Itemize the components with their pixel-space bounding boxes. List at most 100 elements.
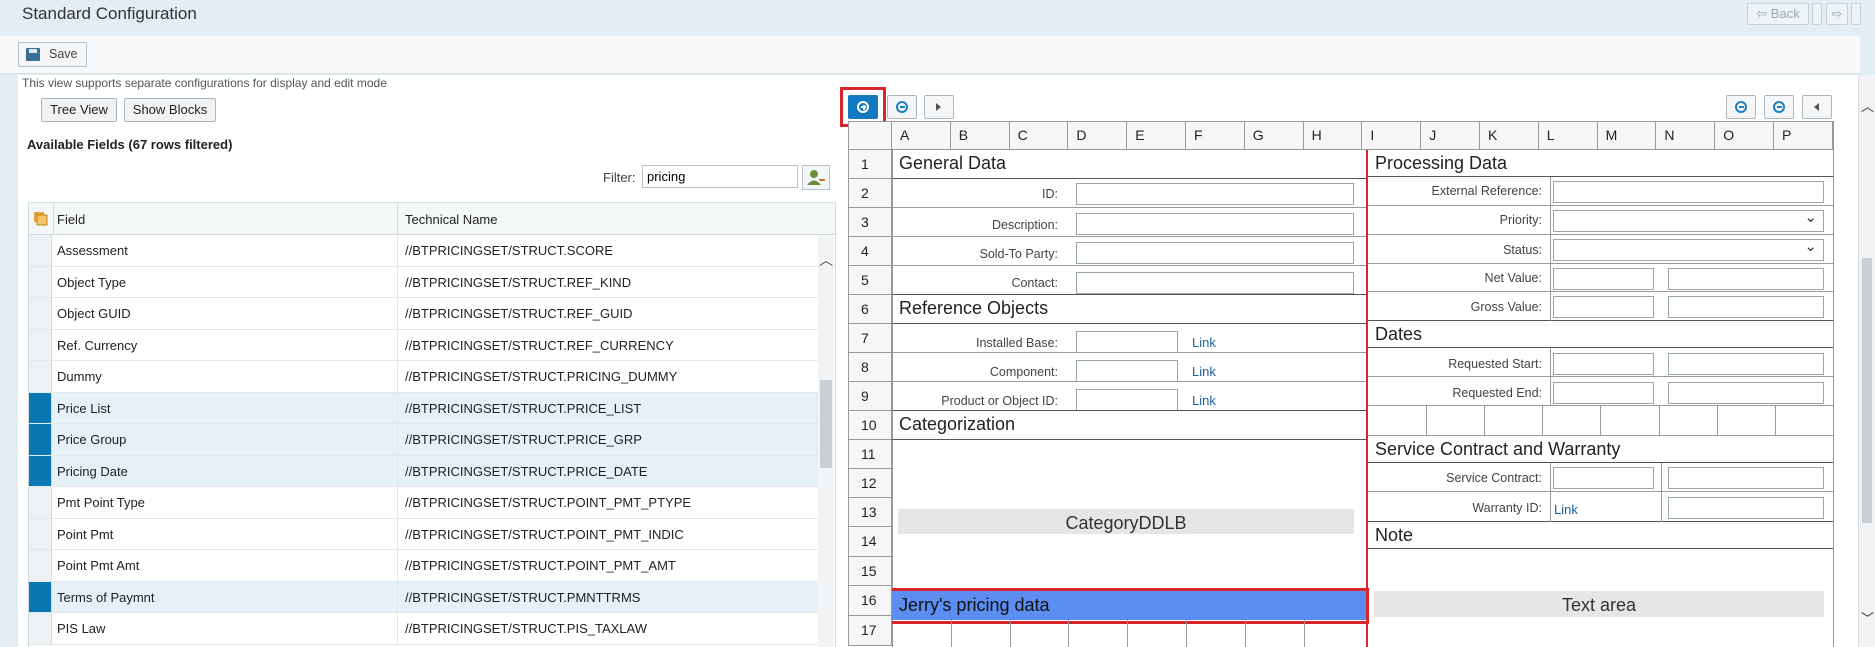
save-button[interactable]: Save xyxy=(18,42,87,67)
row-header[interactable]: 13 xyxy=(848,498,892,527)
column-separator xyxy=(397,581,398,612)
section-categorization[interactable]: Categorization xyxy=(892,411,1366,440)
column-header[interactable]: I xyxy=(1362,121,1422,150)
table-row[interactable]: Point Pmt Amt //BTPRICINGSET/STRUCT.POINT… xyxy=(29,550,819,582)
section-reference-objects[interactable]: Reference Objects xyxy=(892,295,1366,324)
row-selector[interactable] xyxy=(29,424,52,455)
row-header[interactable]: 6 xyxy=(848,295,892,324)
row-header[interactable]: 2 xyxy=(848,179,892,208)
field-name: Price List xyxy=(57,400,111,416)
save-label: Save xyxy=(49,47,78,61)
back-history-dropdown[interactable] xyxy=(1812,3,1822,25)
column-header-field[interactable]: Field xyxy=(57,212,85,227)
forward-button[interactable]: ⇨ xyxy=(1826,3,1848,25)
text-area-block[interactable]: Text area xyxy=(1374,591,1824,617)
show-blocks-button[interactable]: Show Blocks xyxy=(124,98,216,122)
column-header[interactable]: N xyxy=(1656,121,1716,150)
row-selector[interactable] xyxy=(29,298,52,329)
section-general-data[interactable]: General Data xyxy=(892,150,1366,179)
row-header[interactable]: 11 xyxy=(848,440,892,469)
column-header[interactable]: K xyxy=(1480,121,1539,150)
row-header[interactable]: 10 xyxy=(848,411,892,440)
column-header[interactable]: E xyxy=(1127,121,1186,150)
row-header[interactable]: 3 xyxy=(848,208,892,237)
column-header[interactable]: J xyxy=(1421,121,1480,150)
column-header[interactable]: B xyxy=(950,121,1010,150)
add-column-button[interactable] xyxy=(1726,95,1756,119)
row-selector[interactable] xyxy=(29,613,52,644)
remove-column-button[interactable] xyxy=(1764,95,1794,119)
select-all-cell[interactable] xyxy=(29,203,54,234)
tree-view-button[interactable]: Tree View xyxy=(41,98,117,122)
grid-line xyxy=(1186,620,1187,647)
table-row[interactable]: Assessment //BTPRICINGSET/STRUCT.SCORE xyxy=(29,235,819,267)
row-header[interactable]: 1 xyxy=(848,150,892,179)
row-header[interactable]: 17 xyxy=(848,616,892,646)
forward-history-dropdown[interactable] xyxy=(1851,3,1861,25)
section-dates[interactable]: Dates xyxy=(1368,321,1833,348)
category-ddlb-block[interactable]: CategoryDDLB xyxy=(898,509,1354,534)
table-row[interactable]: Ref. Currency //BTPRICINGSET/STRUCT.REF_C… xyxy=(29,329,819,361)
fields-scrollbar-thumb[interactable] xyxy=(820,380,832,468)
column-header[interactable]: F xyxy=(1186,121,1245,150)
grid-row xyxy=(892,179,1366,208)
table-row[interactable]: Point Pmt //BTPRICINGSET/STRUCT.POINT_PMT… xyxy=(29,518,819,550)
row-selector[interactable] xyxy=(29,455,52,486)
column-header[interactable]: H xyxy=(1303,121,1363,150)
table-row[interactable]: Object GUID //BTPRICINGSET/STRUCT.REF_GUI… xyxy=(29,298,819,330)
row-selector[interactable] xyxy=(29,235,52,266)
table-row[interactable]: Price Group //BTPRICINGSET/STRUCT.PRICE_G… xyxy=(29,424,819,456)
page-scroll-down-icon[interactable]: ﹀ xyxy=(1861,608,1874,627)
column-header[interactable]: A xyxy=(892,121,951,150)
row-selector[interactable] xyxy=(29,550,52,581)
back-button[interactable]: ⇦ Back xyxy=(1747,3,1809,25)
column-header[interactable]: L xyxy=(1538,121,1598,150)
row-header[interactable]: 9 xyxy=(848,382,892,411)
page-scroll-up-icon[interactable]: ︿ xyxy=(1861,96,1874,115)
row-selector[interactable] xyxy=(29,329,52,360)
grid-corner xyxy=(848,121,892,150)
scroll-up-icon[interactable]: ︿ xyxy=(819,250,833,270)
table-row[interactable]: Price List //BTPRICINGSET/STRUCT.PRICE_LI… xyxy=(29,392,819,424)
table-row[interactable]: PIS Law //BTPRICINGSET/STRUCT.PIS_TAXLAW xyxy=(29,613,819,645)
filter-input[interactable] xyxy=(642,165,798,188)
row-header[interactable]: 8 xyxy=(848,353,892,382)
column-separator xyxy=(397,424,398,455)
layout-grid: General Data ID: Description: Sold-To Pa… xyxy=(848,121,1834,647)
row-header[interactable]: 4 xyxy=(848,237,892,266)
table-row[interactable]: Pricing Date //BTPRICINGSET/STRUCT.PRICE_… xyxy=(29,455,819,487)
row-header[interactable]: 16 xyxy=(848,586,892,616)
column-header[interactable]: G xyxy=(1244,121,1304,150)
table-row[interactable]: Pmt Point Type //BTPRICINGSET/STRUCT.POIN… xyxy=(29,487,819,519)
page-scrollbar-thumb[interactable] xyxy=(1862,258,1872,523)
section-processing-data[interactable]: Processing Data xyxy=(1368,150,1833,177)
row-header[interactable]: 7 xyxy=(848,324,892,353)
section-service-contract[interactable]: Service Contract and Warranty xyxy=(1368,436,1833,463)
remove-row-button[interactable] xyxy=(887,95,917,119)
row-header[interactable]: 15 xyxy=(848,557,892,586)
row-selector[interactable] xyxy=(29,266,52,297)
row-selector[interactable] xyxy=(29,392,52,423)
column-header[interactable]: P xyxy=(1774,121,1833,150)
table-row[interactable]: Terms of Paymnt //BTPRICINGSET/STRUCT.PMN… xyxy=(29,581,819,613)
row-selector[interactable] xyxy=(29,487,52,518)
table-row[interactable]: Dummy //BTPRICINGSET/STRUCT.PRICING_DUMMY xyxy=(29,361,819,393)
field-name: Point Pmt Amt xyxy=(57,558,140,573)
column-header[interactable]: D xyxy=(1068,121,1128,150)
column-header[interactable]: C xyxy=(1009,121,1069,150)
filter-apply-button[interactable] xyxy=(802,165,830,190)
row-header[interactable]: 14 xyxy=(848,527,892,557)
row-header[interactable]: 12 xyxy=(848,469,892,498)
row-selector[interactable] xyxy=(29,518,52,549)
collapse-left-button[interactable] xyxy=(1802,95,1832,119)
row-header[interactable]: 5 xyxy=(848,266,892,295)
section-note[interactable]: Note xyxy=(1368,522,1833,549)
row-selector[interactable] xyxy=(29,361,52,392)
column-header[interactable]: M xyxy=(1597,121,1657,150)
row-selector[interactable] xyxy=(29,581,52,612)
grid-line xyxy=(1716,406,1718,436)
column-header-technical-name[interactable]: Technical Name xyxy=(405,212,498,227)
column-header[interactable]: O xyxy=(1715,121,1774,150)
table-row[interactable]: Object Type //BTPRICINGSET/STRUCT.REF_KIN… xyxy=(29,266,819,298)
expand-right-button[interactable] xyxy=(924,95,954,119)
